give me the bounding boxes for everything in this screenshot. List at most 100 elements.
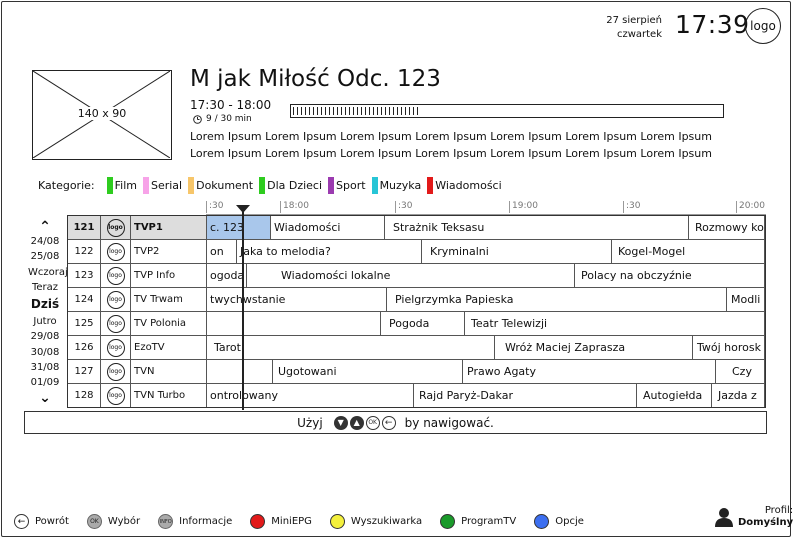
program-cell[interactable]: Wiadomości <box>271 216 385 239</box>
ok-icon: OK <box>365 415 380 430</box>
channel-logo-cell: logo <box>101 240 131 263</box>
timeline-tick: 20:00 <box>736 201 765 213</box>
program-cell[interactable]: Kryminalni <box>422 240 612 263</box>
date-item[interactable]: Wczoraj <box>28 265 68 280</box>
back-button[interactable]: ← Powrót <box>14 514 69 529</box>
channel-logo-icon: logo <box>106 218 125 237</box>
program-cell[interactable]: Tarot <box>207 336 495 359</box>
program-cell[interactable]: Czy <box>716 360 765 383</box>
chevron-up-icon[interactable]: ⌃ <box>28 220 62 234</box>
date-item[interactable]: Teraz <box>28 280 62 295</box>
footer-label: Informacje <box>179 516 233 527</box>
search-button[interactable]: Wyszukiwarka <box>329 514 422 529</box>
program-cell[interactable]: on <box>207 240 237 263</box>
channel-logo-icon: logo <box>106 362 125 381</box>
category-wiadomosci[interactable]: Wiadomości <box>427 177 502 194</box>
timeline: :30 18:00 :30 19:00 :30 20:00 <box>206 201 766 215</box>
channel-number: 122 <box>68 240 101 263</box>
date-item[interactable]: 01/09 <box>28 375 62 390</box>
date-item[interactable]: 30/08 <box>28 345 62 360</box>
channel-row[interactable]: 123 logo TVP Info ogoda Wiadomości lokal… <box>68 264 765 288</box>
program-cell[interactable]: ontrolowany <box>207 384 414 407</box>
progress-fill <box>293 107 419 115</box>
program-cell[interactable]: Prawo Agaty <box>463 360 716 383</box>
current-time-marker-icon <box>236 205 250 213</box>
footer-label: Wybór <box>107 516 141 527</box>
footer-label: ProgramTV <box>461 516 517 527</box>
program-cell[interactable]: Ugotowani <box>273 360 463 383</box>
program-cell[interactable]: Jazda z <box>712 384 765 407</box>
program-cell[interactable] <box>207 312 381 335</box>
navigation-hint: Użyj ▼ ▲ OK ← by nawigować. <box>24 411 767 434</box>
weekday-text: czwartek <box>616 29 662 40</box>
program-cell[interactable]: Modli <box>727 288 765 311</box>
channel-logo: logo <box>745 8 781 44</box>
blue-button-icon <box>534 514 550 529</box>
category-serial[interactable]: Serial <box>142 177 182 194</box>
program-cell-selected[interactable]: c. 123 <box>207 216 271 239</box>
program-cell[interactable]: Kogel-Mogel <box>612 240 765 263</box>
channel-row[interactable]: 122 logo TVP2 on Jaka to melodia? Krymin… <box>68 240 765 264</box>
program-cell[interactable]: Rajd Paryż-Dakar <box>414 384 637 407</box>
ok-icon: OK <box>86 514 102 529</box>
category-muzyka[interactable]: Muzyka <box>371 177 421 194</box>
channel-row[interactable]: 125 logo TV Polonia Pogoda Teatr Telewiz… <box>68 312 765 336</box>
channel-row[interactable]: 127 logo TVN Ugotowani Prawo Agaty Czy <box>68 360 765 384</box>
program-cell[interactable]: Strażnik Teksasu <box>385 216 689 239</box>
program-cell[interactable]: twychwstanie <box>207 288 387 311</box>
channel-logo-cell: logo <box>101 336 131 359</box>
channel-row[interactable]: 124 logo TV Trwam twychwstanie Pielgrzym… <box>68 288 765 312</box>
channel-number: 123 <box>68 264 101 287</box>
profile-name: Domyślny <box>738 517 793 528</box>
program-cell[interactable] <box>207 360 273 383</box>
program-cell[interactable]: Pogoda <box>381 312 465 335</box>
date-item[interactable]: 29/08 <box>28 329 62 344</box>
date-item[interactable]: 24/08 <box>28 234 62 249</box>
timeline-tick: 19:00 <box>509 201 538 213</box>
arrow-up-icon: ▲ <box>349 415 364 430</box>
date-item-selected[interactable]: Dziś <box>28 295 62 314</box>
chevron-down-icon[interactable]: ⌄ <box>28 391 62 405</box>
program-cell[interactable]: Polacy na obczyźnie <box>575 264 765 287</box>
program-cell[interactable]: Autogiełda <box>637 384 712 407</box>
channel-row[interactable]: 121 logo TVP1 c. 123 Wiadomości Strażnik… <box>68 216 765 240</box>
category-swatch <box>371 177 378 194</box>
channel-name: TVN Turbo <box>131 384 207 407</box>
channel-row[interactable]: 126 logo EzoTV Tarot Wróż Maciej Zaprasz… <box>68 336 765 360</box>
category-swatch <box>142 177 149 194</box>
program-cell[interactable]: ogoda <box>207 264 247 287</box>
program-duration: 9 / 30 min <box>193 114 252 124</box>
program-cell[interactable]: Teatr Telewizji <box>465 312 765 335</box>
channel-row[interactable]: 128 logo TVN Turbo ontrolowany Rajd Pary… <box>68 384 765 408</box>
info-button[interactable]: INFO Informacje <box>158 514 232 529</box>
profile-indicator[interactable]: Profil: Domyślny <box>714 505 793 529</box>
category-swatch <box>259 177 266 194</box>
programtv-button[interactable]: ProgramTV <box>440 514 516 529</box>
channel-name: EzoTV <box>131 336 207 359</box>
date-item[interactable]: 25/08 <box>28 249 62 264</box>
program-cell[interactable]: Rozmowy ko <box>689 216 765 239</box>
options-button[interactable]: Opcje <box>534 514 584 529</box>
program-cell[interactable]: Jaka to melodia? <box>237 240 422 263</box>
channel-number: 128 <box>68 384 101 407</box>
category-film[interactable]: Film <box>106 177 137 194</box>
program-cell[interactable]: Twój horosk <box>693 336 765 359</box>
hint-prefix: Użyj <box>297 415 323 430</box>
date-item[interactable]: 31/08 <box>28 360 62 375</box>
arrow-down-icon: ▼ <box>333 415 348 430</box>
channel-number: 125 <box>68 312 101 335</box>
epg-grid: 121 logo TVP1 c. 123 Wiadomości Strażnik… <box>67 215 766 408</box>
category-dokument[interactable]: Dokument <box>188 177 253 194</box>
channel-name: TVN <box>131 360 207 383</box>
miniepg-button[interactable]: MiniEPG <box>250 514 312 529</box>
select-button[interactable]: OK Wybór <box>86 514 141 529</box>
date-item[interactable]: Jutro <box>28 314 62 329</box>
program-cell[interactable]: Pielgrzymka Papieska <box>387 288 727 311</box>
channel-logo-icon: logo <box>106 266 125 285</box>
category-dla-dzieci[interactable]: Dla Dzieci <box>259 177 322 194</box>
category-sport[interactable]: Sport <box>328 177 366 194</box>
program-cell[interactable]: Wróż Maciej Zaprasza <box>495 336 693 359</box>
channel-name: TV Polonia <box>131 312 207 335</box>
program-cell[interactable]: Wiadomości lokalne <box>247 264 575 287</box>
category-swatch <box>328 177 335 194</box>
